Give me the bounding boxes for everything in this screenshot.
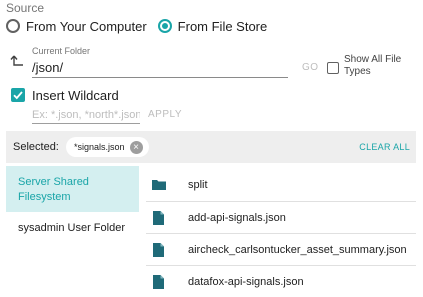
current-folder-input[interactable] bbox=[32, 58, 288, 78]
radio-from-file-store[interactable]: From File Store bbox=[157, 18, 268, 34]
file-icon bbox=[153, 210, 164, 225]
source-radio-group: From Your Computer From File Store bbox=[6, 17, 267, 35]
source-label: Source bbox=[6, 1, 45, 15]
insert-wildcard-label: Insert Wildcard bbox=[32, 88, 119, 103]
apply-button[interactable]: APPLY bbox=[148, 109, 182, 120]
clear-all-button[interactable]: CLEAR ALL bbox=[359, 142, 410, 152]
current-folder-caption: Current Folder bbox=[32, 46, 91, 56]
radio-label: From File Store bbox=[177, 18, 268, 34]
wildcard-input[interactable] bbox=[32, 106, 140, 124]
file-name: aircheck_carlsontucker_asset_summary.jso… bbox=[188, 243, 407, 256]
sidebar-item-server-shared-filesystem[interactable]: Server Shared Filesystem bbox=[6, 166, 139, 212]
file-row[interactable]: datafox-api-signals.json bbox=[146, 265, 416, 297]
file-row-folder[interactable]: split bbox=[146, 169, 416, 201]
radio-circle-selected[interactable] bbox=[157, 19, 172, 33]
file-name: datafox-api-signals.json bbox=[188, 275, 304, 288]
file-picker: Source From Your Computer From File Stor… bbox=[0, 0, 423, 297]
go-button[interactable]: GO bbox=[302, 62, 319, 73]
radio-circle[interactable] bbox=[6, 19, 20, 33]
selected-label: Selected: bbox=[13, 141, 59, 153]
show-all-types-checkbox[interactable] bbox=[327, 62, 339, 74]
folder-icon bbox=[152, 180, 166, 190]
sidebar-item-sysadmin-user-folder[interactable]: sysadmin User Folder bbox=[6, 218, 139, 240]
checkmark-icon bbox=[13, 91, 23, 100]
chip-label: *signals.json bbox=[74, 142, 125, 152]
file-name: split bbox=[188, 179, 208, 191]
chip-remove-icon[interactable]: × bbox=[129, 140, 143, 154]
file-row[interactable]: add-api-signals.json bbox=[146, 201, 416, 233]
selected-bar: Selected: *signals.json × CLEAR ALL bbox=[6, 131, 416, 163]
radio-label: From Your Computer bbox=[26, 18, 147, 34]
insert-wildcard-checkbox[interactable] bbox=[11, 88, 25, 102]
show-all-types-label: Show All File Types bbox=[344, 54, 402, 77]
file-icon bbox=[153, 242, 164, 257]
folder-up-icon[interactable] bbox=[10, 54, 24, 68]
file-icon bbox=[153, 274, 164, 289]
file-name: add-api-signals.json bbox=[188, 211, 286, 224]
radio-from-computer[interactable]: From Your Computer bbox=[6, 19, 147, 34]
file-row[interactable]: aircheck_carlsontucker_asset_summary.jso… bbox=[146, 233, 416, 265]
selected-chip: *signals.json × bbox=[66, 137, 149, 157]
